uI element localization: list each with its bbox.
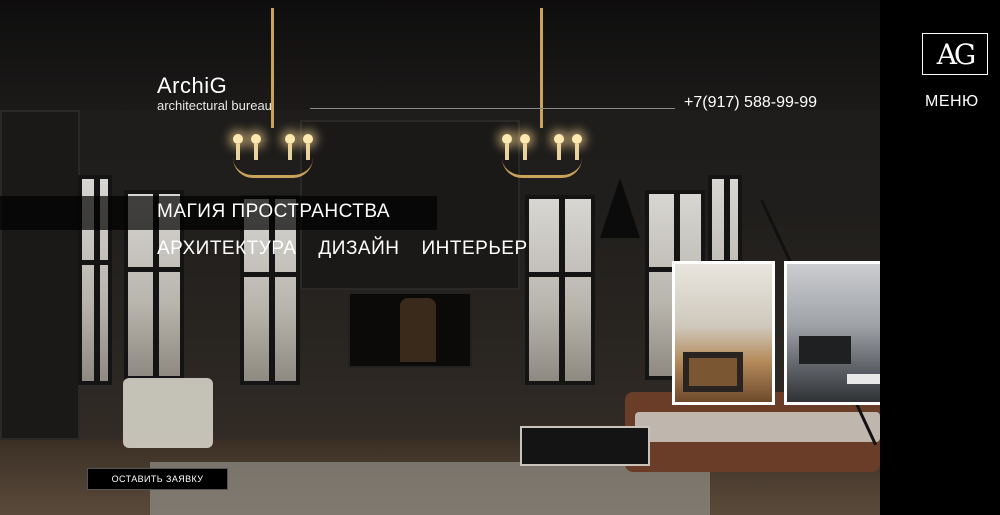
floor-lamp-shade [600, 178, 640, 238]
service-link-interior[interactable]: ИНТЕРЬЕР [421, 238, 527, 260]
service-link-design[interactable]: ДИЗАЙН [318, 238, 399, 260]
ag-logo-mark: AG [936, 37, 977, 71]
menu-button[interactable]: МЕНЮ [925, 93, 979, 111]
service-link-architecture[interactable]: АРХИТЕКТУРА [157, 238, 296, 260]
sofa-cushion [635, 412, 880, 442]
portfolio-thumbnail-living-room[interactable] [784, 261, 887, 405]
sidebar [880, 0, 1000, 515]
brand-name[interactable]: ArchiG [157, 73, 227, 99]
ag-logo[interactable]: AG [922, 33, 988, 75]
phone-link[interactable]: +7(917) 588-99-99 [684, 94, 817, 112]
wall-panel-left [0, 110, 80, 440]
brand-subtitle: architectural bureau [157, 98, 272, 113]
rug [150, 462, 710, 515]
window-right-1 [525, 195, 595, 385]
portfolio-thumbnail-kitchen[interactable] [672, 261, 775, 405]
television [348, 292, 472, 368]
request-button[interactable]: ОСТАВИТЬ ЗАЯВКУ [87, 468, 228, 490]
services-nav: АРХИТЕКТУРА ДИЗАЙН ИНТЕРЬЕР [157, 238, 528, 260]
coffee-table [520, 426, 650, 466]
hero-tagline: МАГИЯ ПРОСТРАНСТВА [157, 201, 391, 222]
header-divider [310, 108, 675, 109]
armchair [123, 378, 213, 448]
